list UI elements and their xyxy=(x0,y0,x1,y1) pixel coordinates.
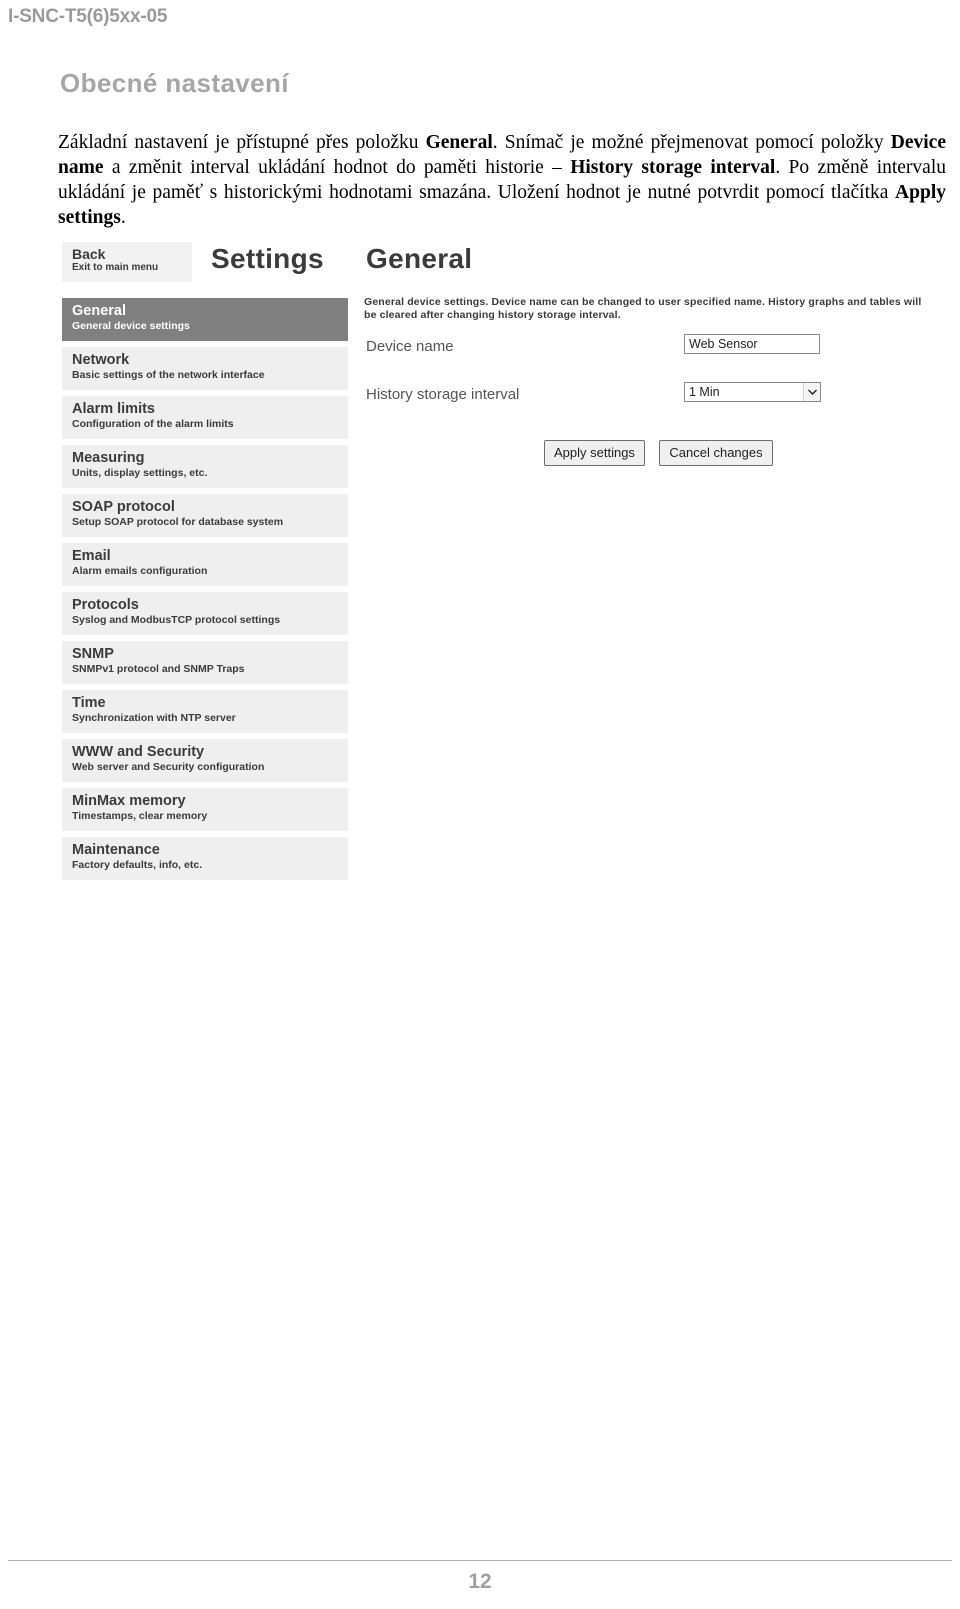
form-button-row: Apply settings Cancel changes xyxy=(544,440,934,470)
content-description: General device settings. Device name can… xyxy=(364,296,922,321)
sidebar-item-soap-protocol[interactable]: SOAP protocol Setup SOAP protocol for dat… xyxy=(62,494,348,537)
sidebar-item-title: Maintenance xyxy=(72,842,160,858)
device-name-label: Device name xyxy=(366,338,454,355)
sidebar-item-email[interactable]: Email Alarm emails configuration xyxy=(62,543,348,586)
sidebar-item-subtitle: Syslog and ModbusTCP protocol settings xyxy=(72,614,281,626)
sidebar-item-general[interactable]: General General device settings xyxy=(62,298,348,341)
back-button-subtitle: Exit to main menu xyxy=(72,262,159,273)
sidebar-item-title: Time xyxy=(72,695,106,711)
sidebar-item-measuring[interactable]: Measuring Units, display settings, etc. xyxy=(62,445,348,488)
paragraph-text-5: . xyxy=(120,206,126,228)
sidebar-item-title: SNMP xyxy=(72,646,114,662)
sidebar-item-network[interactable]: Network Basic settings of the network int… xyxy=(62,347,348,390)
settings-content-panel: General device settings. Device name can… xyxy=(364,296,934,470)
sidebar-item-maintenance[interactable]: Maintenance Factory defaults, info, etc. xyxy=(62,837,348,880)
sidebar-item-subtitle: Setup SOAP protocol for database system xyxy=(72,516,284,528)
sidebar-item-alarm-limits[interactable]: Alarm limits Configuration of the alarm l… xyxy=(62,396,348,439)
paragraph-bold-general: General xyxy=(425,131,493,153)
sidebar-item-subtitle: Alarm emails configuration xyxy=(72,565,208,577)
sidebar-item-title: SOAP protocol xyxy=(72,499,175,515)
document-header-code: I-SNC-T5(6)5xx-05 xyxy=(8,6,168,27)
app-title-general: General xyxy=(366,243,473,274)
sidebar-item-subtitle: Timestamps, clear memory xyxy=(72,810,208,822)
sidebar-item-subtitle: Basic settings of the network interface xyxy=(72,369,265,381)
back-button-title: Back xyxy=(72,246,106,262)
form-row-history-storage-interval: History storage interval 1 Min xyxy=(364,382,934,418)
sidebar-item-protocols[interactable]: Protocols Syslog and ModbusTCP protocol s… xyxy=(62,592,348,635)
paragraph-text-3: a změnit interval ukládání hodnot do pam… xyxy=(103,156,571,178)
footer-divider xyxy=(8,1560,952,1561)
sidebar-item-title: Measuring xyxy=(72,450,145,466)
sidebar-item-title: WWW and Security xyxy=(72,744,205,760)
paragraph-text-2: . Snímač je možné přejmenovat pomocí pol… xyxy=(492,131,891,153)
page-title: Obecné nastavení xyxy=(60,68,289,98)
sidebar-item-subtitle: Synchronization with NTP server xyxy=(72,712,236,724)
sidebar-item-snmp[interactable]: SNMP SNMPv1 protocol and SNMP Traps xyxy=(62,641,348,684)
sidebar-item-subtitle: Units, display settings, etc. xyxy=(72,467,208,479)
history-storage-interval-value: 1 Min xyxy=(689,385,720,399)
history-storage-interval-label: History storage interval xyxy=(366,386,520,403)
sidebar-item-title: Email xyxy=(72,548,111,564)
sidebar-item-title: MinMax memory xyxy=(72,793,186,809)
form-row-device-name: Device name Web Sensor xyxy=(364,334,934,370)
sidebar-item-www-and-security[interactable]: WWW and Security Web server and Security … xyxy=(62,739,348,782)
chevron-down-icon[interactable] xyxy=(803,383,820,401)
sidebar-item-subtitle: General device settings xyxy=(72,320,190,332)
body-paragraph: Základní nastavení je přístupné přes pol… xyxy=(58,130,946,230)
cancel-changes-button[interactable]: Cancel changes xyxy=(659,440,773,466)
sidebar-item-minmax-memory[interactable]: MinMax memory Timestamps, clear memory xyxy=(62,788,348,831)
app-title-settings: Settings xyxy=(211,243,324,274)
sidebar-item-subtitle: SNMPv1 protocol and SNMP Traps xyxy=(72,663,245,675)
paragraph-bold-history-storage-interval: History storage interval xyxy=(570,156,776,178)
sidebar-item-subtitle: Configuration of the alarm limits xyxy=(72,418,234,430)
sidebar-item-title: Protocols xyxy=(72,597,139,613)
embedded-app-screenshot: Back Exit to main menu Settings General … xyxy=(56,240,936,900)
back-button[interactable]: Back Exit to main menu xyxy=(62,242,192,282)
sidebar-item-time[interactable]: Time Synchronization with NTP server xyxy=(62,690,348,733)
sidebar-item-title: General xyxy=(72,303,126,319)
device-name-input[interactable]: Web Sensor xyxy=(684,334,820,354)
app-topbar: Back Exit to main menu Settings General xyxy=(56,240,936,286)
sidebar-item-title: Network xyxy=(72,352,130,368)
paragraph-text-1: Základní nastavení je přístupné přes pol… xyxy=(58,131,426,153)
page-number: 12 xyxy=(468,1570,492,1593)
apply-settings-button[interactable]: Apply settings xyxy=(544,440,645,466)
settings-sidebar: General General device settings Network Bas… xyxy=(62,298,348,886)
sidebar-item-subtitle: Factory defaults, info, etc. xyxy=(72,859,203,871)
sidebar-item-subtitle: Web server and Security configuration xyxy=(72,761,265,773)
history-storage-interval-select[interactable]: 1 Min xyxy=(684,382,821,402)
sidebar-item-title: Alarm limits xyxy=(72,401,155,417)
